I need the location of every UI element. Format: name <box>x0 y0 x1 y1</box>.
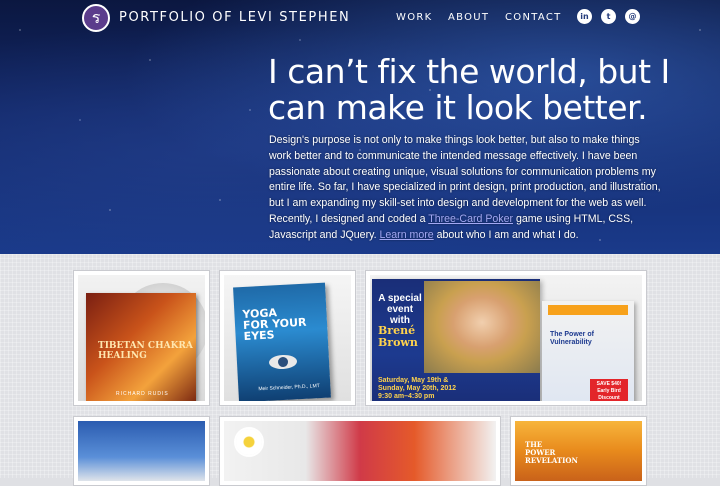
intro-text: about who I am and what I do. <box>433 228 579 241</box>
portfolio-tile-yoga-for-your-eyes[interactable]: YOGA FOR YOUR EYES Meir Schneider, Ph.D., … <box>219 270 356 406</box>
poster-headline: A special event with <box>378 293 422 326</box>
site-title[interactable]: PORTFOLIO OF LEVI STEPHEN <box>119 10 350 25</box>
flower-icon <box>236 429 262 455</box>
brochure-image: The Power of Vulnerability SAVE $40! Earl… <box>542 301 634 401</box>
nav-work-link[interactable]: WORK <box>396 12 432 23</box>
top-navigation-bar: ร PORTFOLIO OF LEVI STEPHEN WORK ABOUT C… <box>0 0 720 36</box>
hero-intro-paragraph: Design's purpose is not only to make thi… <box>269 133 664 244</box>
hero-banner: ร PORTFOLIO OF LEVI STEPHEN WORK ABOUT C… <box>0 0 720 254</box>
dvd-title: YOGA FOR YOUR EYES <box>242 306 307 343</box>
dvd-author: Meir Schneider, Ph.D., LMT <box>258 383 320 393</box>
brochure-title: The Power of Vulnerability <box>550 331 594 346</box>
linkedin-icon[interactable]: in <box>577 9 592 24</box>
tile-image <box>78 421 205 481</box>
email-icon[interactable]: @ <box>625 9 640 24</box>
portrait-photo <box>424 281 540 373</box>
portfolio-tile-tibetan-chakra[interactable]: TIBETAN CHAKRA HEALING RICHARD RUDIS <box>73 270 210 406</box>
tile-image: THE POWER REVELATION <box>515 421 642 481</box>
cd-cover-image: TIBETAN CHAKRA HEALING RICHARD RUDIS <box>86 293 196 401</box>
book-title: THE POWER REVELATION <box>525 440 578 465</box>
tile-image: A special event with Brené Brown Saturday… <box>370 275 642 401</box>
cd-author: RICHARD RUDIS <box>116 391 169 397</box>
cd-title: TIBETAN CHAKRA HEALING <box>98 341 193 361</box>
discount-badge: SAVE $40! Early Bird Discount <box>590 379 628 401</box>
tile-image: YOGA FOR YOUR EYES Meir Schneider, Ph.D., … <box>224 275 351 401</box>
intro-text: Design's purpose is not only to make thi… <box>269 134 661 225</box>
portfolio-tile-brene-brown-event[interactable]: A special event with Brené Brown Saturday… <box>365 270 647 406</box>
brochure-header <box>548 305 628 315</box>
eye-icon <box>268 354 298 370</box>
dvd-cover-image: YOGA FOR YOUR EYES Meir Schneider, Ph.D., … <box>233 282 331 401</box>
logo-icon[interactable]: ร <box>82 4 110 32</box>
tile-image: TIBETAN CHAKRA HEALING RICHARD RUDIS <box>78 275 205 401</box>
nav-about-link[interactable]: ABOUT <box>448 12 489 23</box>
portfolio-tile-5[interactable] <box>219 416 501 486</box>
poster-name: Brené Brown <box>378 324 418 349</box>
tile-image <box>224 421 496 481</box>
portfolio-grid: TIBETAN CHAKRA HEALING RICHARD RUDIS YOGA… <box>0 254 720 486</box>
portfolio-tile-4[interactable] <box>73 416 210 486</box>
hero-headline: I can’t fix the world, but I can make it… <box>268 52 670 127</box>
twitter-icon[interactable]: t <box>601 9 616 24</box>
event-poster-image: A special event with Brené Brown Saturday… <box>372 279 540 401</box>
poster-date: Saturday, May 19th & Sunday, May 20th, 20… <box>378 377 457 400</box>
three-card-poker-link[interactable]: Three-Card Poker <box>428 213 513 225</box>
learn-more-link[interactable]: Learn more <box>380 229 434 241</box>
portfolio-tile-power-revelation[interactable]: THE POWER REVELATION <box>510 416 647 486</box>
nav-contact-link[interactable]: CONTACT <box>505 12 562 23</box>
